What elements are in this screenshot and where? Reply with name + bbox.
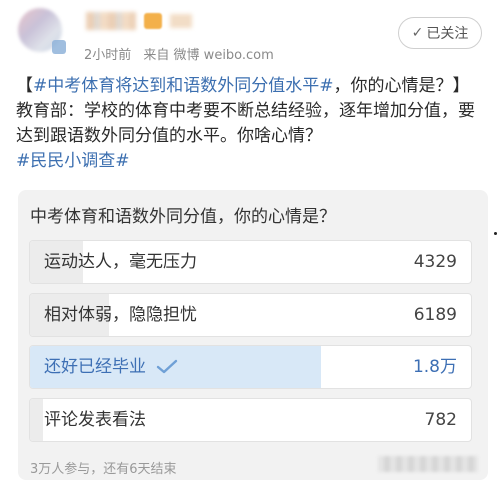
- stray-dot: [494, 232, 497, 235]
- post-source: 来自 微博 weibo.com: [143, 48, 274, 63]
- poll-option-votes: 4329: [413, 252, 457, 272]
- poll-option-bar: [30, 399, 44, 441]
- poll-option[interactable]: 运动达人，毫无压力 4329: [29, 240, 472, 284]
- poll-title: 中考体育和语数外同分值，你的心情是？: [30, 207, 336, 227]
- user-tag-blurred: [170, 14, 192, 28]
- post-time: 2小时前: [84, 48, 132, 63]
- poll-card: 中考体育和语数外同分值，你的心情是？ 运动达人，毫无压力 4329 相对体弱，隐…: [18, 190, 488, 480]
- post-meta: 2小时前 来自 微博 weibo.com: [84, 44, 282, 63]
- vip-badge-icon: [144, 13, 162, 29]
- follow-button[interactable]: ✓ 已关注: [398, 17, 482, 49]
- topic-link[interactable]: #中考体育将达到和语数外同分值水平#: [33, 76, 334, 96]
- check-icon: ✓: [411, 25, 424, 41]
- poll-option-votes: 782: [424, 410, 457, 430]
- survey-topic-link[interactable]: #民民小调查#: [16, 151, 130, 171]
- username-blurred[interactable]: [86, 12, 136, 30]
- poll-option-label: 还好已经毕业: [44, 346, 178, 388]
- poll-footer: 3万人参与，还有6天结束: [30, 462, 177, 477]
- poll-option-label: 相对体弱，隐隐担忧: [44, 305, 197, 325]
- poll-option-label: 运动达人，毫无压力: [44, 252, 197, 272]
- post-header: 2小时前 来自 微博 weibo.com ✓ 已关注: [0, 0, 500, 70]
- poll-option-selected[interactable]: 还好已经毕业 1.8万: [29, 345, 472, 389]
- poll-option[interactable]: 相对体弱，隐隐担忧 6189: [29, 293, 472, 337]
- checkmark-icon: [156, 359, 178, 375]
- verified-badge-icon: [52, 40, 66, 54]
- post-text: 【#中考体育将达到和语数外同分值水平#，你的心情是？】教育部：学校的体育中考要不…: [16, 74, 486, 174]
- poll-option[interactable]: 评论发表看法 782: [29, 398, 472, 442]
- poll-option-votes: 6189: [413, 305, 457, 325]
- poll-option-label: 评论发表看法: [44, 410, 146, 430]
- poll-option-votes: 1.8万: [412, 357, 457, 377]
- follow-label: 已关注: [426, 26, 469, 42]
- bracket-open: 【: [16, 76, 33, 96]
